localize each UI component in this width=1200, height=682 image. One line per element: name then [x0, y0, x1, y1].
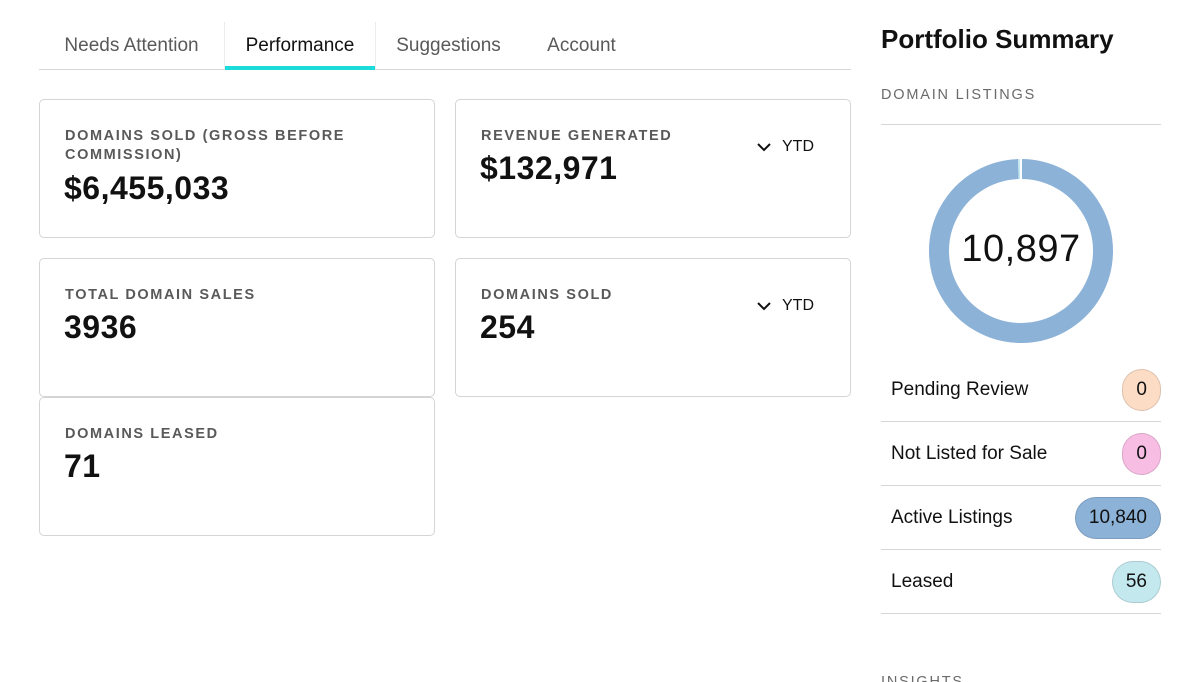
- domains-sold-gross-value: $6,455,033: [64, 170, 230, 206]
- not-listed-label: Not Listed for Sale: [891, 442, 1048, 464]
- chevron-down-icon: [757, 143, 771, 152]
- divider: [881, 124, 1161, 125]
- revenue-period-dropdown[interactable]: YTD: [756, 138, 814, 156]
- domains-sold-card: DOMAINS SOLD 254 YTD: [455, 258, 851, 397]
- not-listed-count-badge: 0: [1122, 432, 1161, 475]
- active-listings-count-badge: 10,840: [1074, 496, 1161, 539]
- total-domain-sales-card: TOTAL DOMAIN SALES 3936: [39, 258, 435, 397]
- domains-sold-gross-card: DOMAINS SOLD (GROSS BEFORE COMMISSION) $…: [39, 99, 435, 238]
- tab-suggestions[interactable]: Suggestions: [376, 22, 521, 69]
- tab-needs-attention[interactable]: Needs Attention: [39, 22, 224, 69]
- chevron-down-icon: [757, 302, 771, 311]
- domain-listings-label: DOMAIN LISTINGS: [881, 87, 1037, 103]
- leased-row[interactable]: Leased 56: [881, 550, 1161, 614]
- leased-count-badge: 56: [1111, 560, 1161, 603]
- active-listings-label: Active Listings: [891, 506, 1013, 528]
- pending-review-row[interactable]: Pending Review 0: [881, 358, 1161, 422]
- leased-label: Leased: [891, 570, 954, 592]
- revenue-period-label: YTD: [782, 138, 814, 155]
- domains-sold-label: DOMAINS SOLD: [481, 287, 613, 303]
- not-listed-row[interactable]: Not Listed for Sale 0: [881, 422, 1161, 486]
- total-domain-sales-value: 3936: [64, 309, 138, 345]
- pending-review-label: Pending Review: [891, 378, 1029, 400]
- domains-sold-period-label: YTD: [782, 297, 814, 314]
- revenue-generated-value: $132,971: [480, 150, 618, 186]
- domains-sold-period-dropdown[interactable]: YTD: [756, 297, 814, 315]
- tab-account[interactable]: Account: [521, 22, 642, 69]
- domains-leased-label: DOMAINS LEASED: [65, 426, 219, 442]
- portfolio-summary-title: Portfolio Summary: [881, 24, 1114, 54]
- revenue-generated-label: REVENUE GENERATED: [481, 128, 673, 144]
- total-domain-sales-label: TOTAL DOMAIN SALES: [65, 287, 256, 303]
- donut-total-count: 10,897: [961, 228, 1081, 270]
- domains-sold-value: 254: [480, 309, 535, 345]
- pending-review-count-badge: 0: [1122, 368, 1161, 411]
- insights-label: INSIGHTS: [881, 674, 964, 682]
- active-listings-row[interactable]: Active Listings 10,840: [881, 486, 1161, 550]
- domains-sold-gross-label: DOMAINS SOLD (GROSS BEFORE COMMISSION): [65, 128, 346, 163]
- tab-performance[interactable]: Performance: [224, 22, 376, 70]
- tab-bar: Needs Attention Performance Suggestions …: [39, 0, 851, 70]
- revenue-generated-card: REVENUE GENERATED $132,971 YTD: [455, 99, 851, 238]
- domains-leased-card: DOMAINS LEASED 71: [39, 397, 435, 536]
- domains-leased-value: 71: [64, 448, 101, 484]
